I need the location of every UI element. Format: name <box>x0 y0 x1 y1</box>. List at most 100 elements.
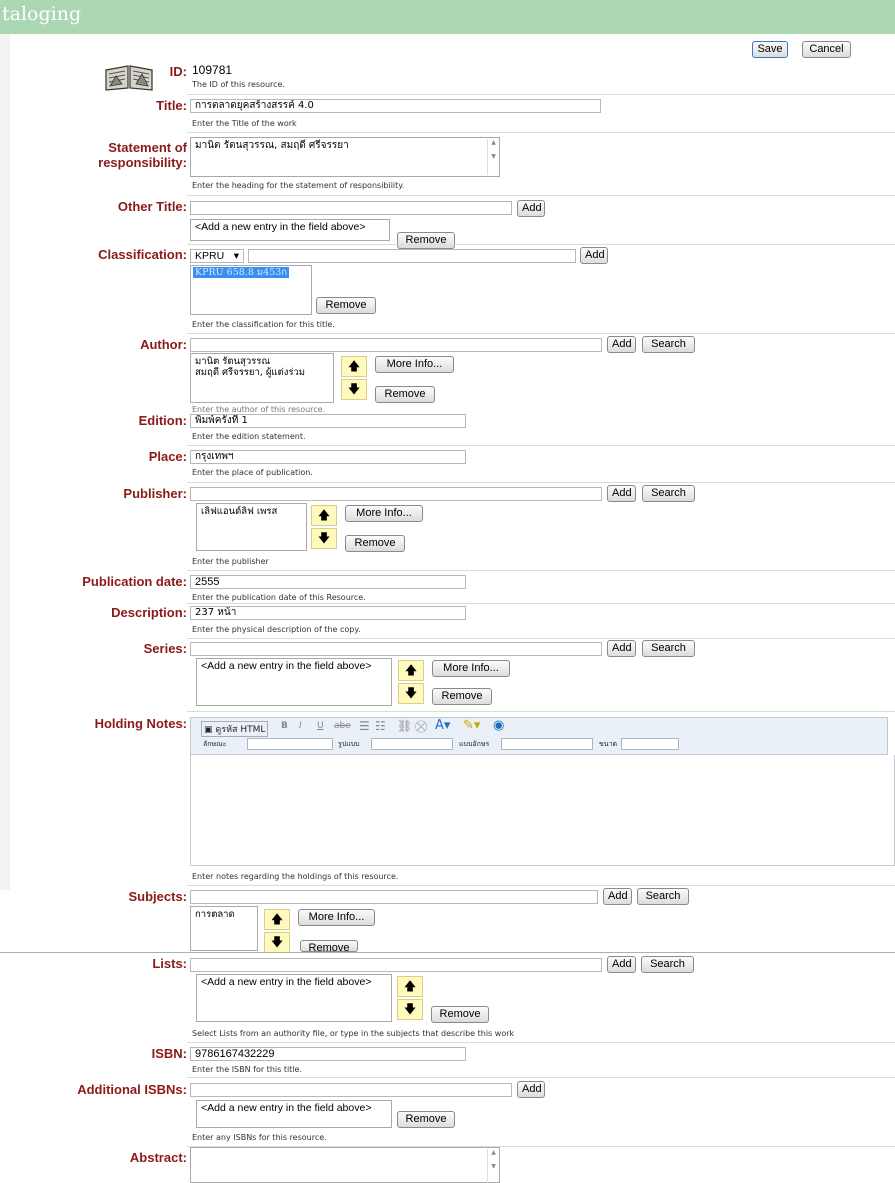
strike-button[interactable]: abe <box>334 721 351 731</box>
author-input[interactable] <box>190 338 602 352</box>
lists-search-button[interactable]: Search <box>641 956 694 973</box>
series-input[interactable] <box>190 642 602 656</box>
publisher-more-info-button[interactable]: More Info... <box>345 505 423 522</box>
style-label: ลักษณะ <box>203 740 227 748</box>
additional-isbns-help: Enter any ISBNs for this resource. <box>192 1133 327 1142</box>
move-up-icon[interactable]: 🡅 <box>341 356 367 377</box>
move-up-icon[interactable]: 🡅 <box>398 660 424 681</box>
move-down-icon[interactable]: 🡇 <box>398 683 424 704</box>
author-remove-button[interactable]: Remove <box>375 386 435 403</box>
save-button[interactable]: Save <box>752 41 788 58</box>
series-more-info-button[interactable]: More Info... <box>432 660 510 677</box>
other-title-remove-button[interactable]: Remove <box>397 232 455 249</box>
series-search-button[interactable]: Search <box>642 640 695 657</box>
publisher-search-button[interactable]: Search <box>642 485 695 502</box>
subjects-input[interactable] <box>190 890 598 904</box>
unlink-icon[interactable]: ⛒ <box>415 719 427 734</box>
list-item[interactable]: มานิต รัตนสุวรรณ <box>195 356 329 367</box>
numbered-list-icon[interactable]: ☰ <box>359 719 370 733</box>
move-down-icon[interactable]: 🡇 <box>397 999 423 1020</box>
title-input[interactable]: การตลาดยุคสร้างสรรค์ 4.0 <box>190 99 601 113</box>
lists-remove-button[interactable]: Remove <box>431 1006 489 1023</box>
caret-up-icon: ▲ <box>491 139 496 146</box>
additional-isbns-add-button[interactable]: Add <box>517 1081 545 1098</box>
background-color-icon[interactable]: ✎▾ <box>463 718 480 733</box>
list-item[interactable]: สมฤดี ศรีจรรยา, ผู้แต่งร่วม <box>195 367 329 378</box>
classification-selected-item[interactable]: KPRU 658.8 ม453ก <box>193 267 290 278</box>
bold-button[interactable]: B <box>281 721 288 731</box>
row-divider <box>187 570 895 571</box>
row-divider <box>187 603 895 604</box>
underline-button[interactable]: U <box>317 721 324 731</box>
holding-notes-editor[interactable] <box>190 755 895 866</box>
publisher-list[interactable]: เลิฟแอนด์ลิฟ เพรส <box>196 503 307 551</box>
size-select[interactable] <box>621 738 679 750</box>
row-divider <box>187 94 895 95</box>
series-remove-button[interactable]: Remove <box>432 688 492 705</box>
lists-add-button[interactable]: Add <box>607 956 636 973</box>
abstract-scrollbar[interactable]: ▲ ▼ <box>487 1149 499 1183</box>
list-item[interactable]: เลิฟแอนด์ลิฟ เพรส <box>201 506 302 517</box>
move-up-icon[interactable]: 🡅 <box>311 505 337 526</box>
left-gutter <box>0 34 10 890</box>
publisher-add-button[interactable]: Add <box>607 485 636 502</box>
description-input[interactable]: 237 หน้า <box>190 606 466 620</box>
additional-isbns-list[interactable]: <Add a new entry in the field above> <box>196 1100 392 1128</box>
place-input[interactable]: กรุงเทพฯ <box>190 450 466 464</box>
text-color-icon[interactable]: A▾ <box>435 718 450 733</box>
subjects-label: Subjects: <box>128 889 187 904</box>
statement-textarea[interactable]: มานิต รัตนสุวรรณ, สมฤดี ศรีจรรยา <box>190 137 500 177</box>
classification-scheme-select[interactable]: KPRU ▾ <box>190 249 244 263</box>
bullet-list-icon[interactable]: ☷ <box>375 719 386 733</box>
font-select[interactable] <box>501 738 593 750</box>
subjects-search-button[interactable]: Search <box>637 888 689 905</box>
series-list[interactable]: <Add a new entry in the field above> <box>196 658 392 706</box>
subjects-more-info-button[interactable]: More Info... <box>298 909 375 926</box>
move-down-icon[interactable]: 🡇 <box>311 528 337 549</box>
italic-button[interactable]: I <box>299 721 302 731</box>
subjects-add-button[interactable]: Add <box>603 888 632 905</box>
classification-add-button[interactable]: Add <box>580 247 608 264</box>
classification-remove-button[interactable]: Remove <box>316 297 376 314</box>
statement-scrollbar[interactable]: ▲ ▼ <box>487 139 499 175</box>
additional-isbns-input[interactable] <box>190 1083 512 1097</box>
row-divider <box>187 445 895 446</box>
style-select[interactable] <box>247 738 333 750</box>
series-add-button[interactable]: Add <box>607 640 636 657</box>
move-up-icon[interactable]: 🡅 <box>397 976 423 997</box>
other-title-input[interactable] <box>190 201 512 215</box>
author-list[interactable]: มานิต รัตนสุวรรณ สมฤดี ศรีจรรยา, ผู้แต่ง… <box>190 353 334 403</box>
format-select[interactable] <box>371 738 453 750</box>
row-divider <box>187 244 895 245</box>
classification-list[interactable]: KPRU 658.8 ม453ก <box>190 265 312 315</box>
isbn-help: Enter the ISBN for this title. <box>192 1065 303 1074</box>
author-add-button[interactable]: Add <box>607 336 636 353</box>
publisher-input[interactable] <box>190 487 602 501</box>
author-more-info-button[interactable]: More Info... <box>375 356 454 373</box>
edition-input[interactable]: พิมพ์ครั้งที่ 1 <box>190 414 466 428</box>
other-title-list[interactable]: <Add a new entry in the field above> <box>190 219 390 241</box>
author-search-button[interactable]: Search <box>642 336 695 353</box>
subjects-list[interactable]: การตลาด <box>190 906 258 951</box>
publisher-remove-button[interactable]: Remove <box>345 535 405 552</box>
statement-help: Enter the heading for the statement of r… <box>192 181 405 190</box>
classification-input[interactable] <box>248 249 576 263</box>
row-divider <box>187 333 895 334</box>
additional-isbns-remove-button[interactable]: Remove <box>397 1111 455 1128</box>
source-html-button[interactable]: ▣ ดูรหัส HTML <box>201 721 269 737</box>
lists-list[interactable]: <Add a new entry in the field above> <box>196 974 392 1022</box>
move-down-icon[interactable]: 🡇 <box>264 932 290 953</box>
cancel-button[interactable]: Cancel <box>802 41 851 58</box>
pubdate-input[interactable]: 2555 <box>190 575 466 589</box>
link-icon[interactable]: ⛓ <box>397 719 412 733</box>
isbn-input[interactable]: 9786167432229 <box>190 1047 466 1061</box>
move-up-icon[interactable]: 🡅 <box>264 909 290 930</box>
other-title-add-button[interactable]: Add <box>517 200 545 217</box>
help-icon[interactable]: ◉ <box>493 718 504 733</box>
lists-input[interactable] <box>190 958 602 972</box>
list-placeholder: <Add a new entry in the field above> <box>201 660 372 672</box>
abstract-textarea[interactable] <box>190 1147 500 1183</box>
list-item[interactable]: การตลาด <box>195 909 253 920</box>
move-down-icon[interactable]: 🡇 <box>341 379 367 400</box>
subjects-remove-button[interactable]: Remove <box>300 940 358 952</box>
